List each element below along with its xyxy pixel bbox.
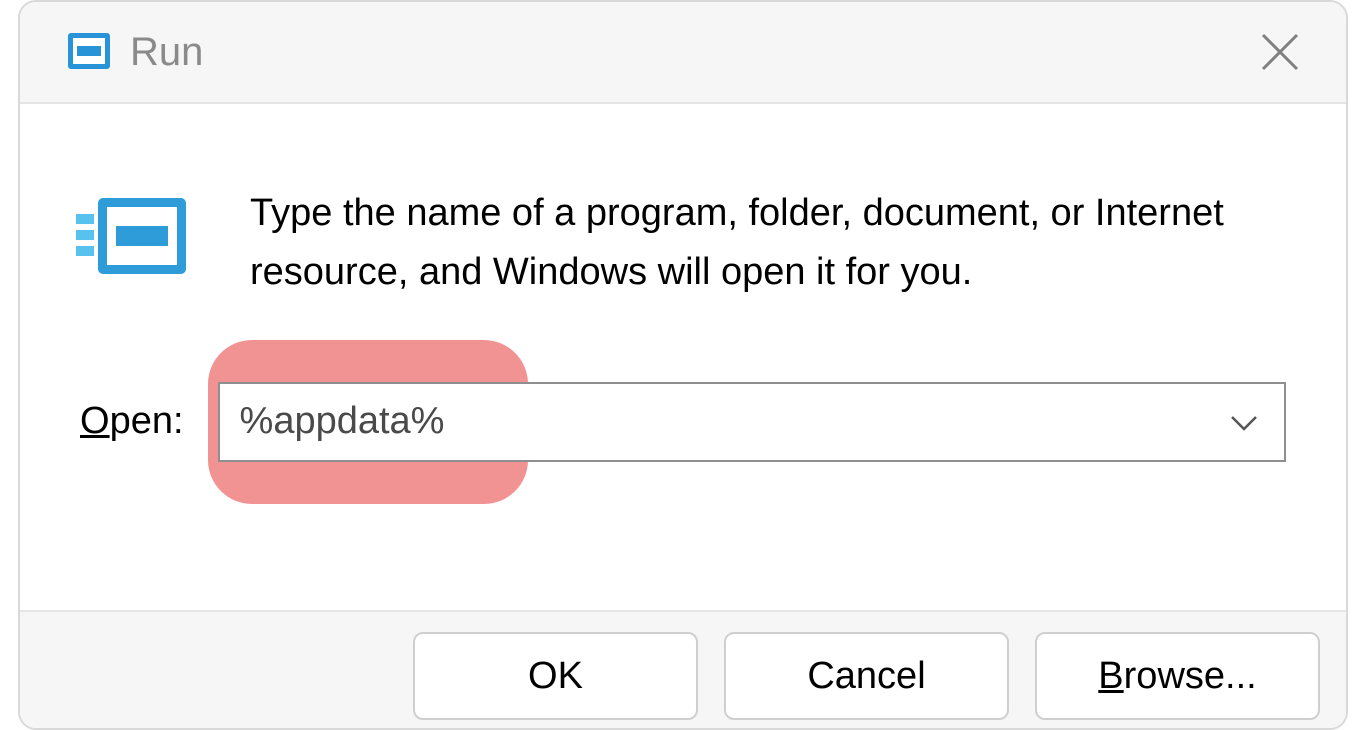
ok-button[interactable]: OK xyxy=(413,632,698,720)
chevron-down-icon xyxy=(1229,412,1259,432)
window-title: Run xyxy=(130,30,203,75)
open-label: Open: xyxy=(80,400,184,443)
run-icon-small xyxy=(60,33,112,71)
run-icon xyxy=(80,194,190,284)
description-text: Type the name of a program, folder, docu… xyxy=(250,184,1286,302)
run-dialog: Run Type the name of a program, folder, … xyxy=(18,0,1348,730)
dropdown-button[interactable] xyxy=(1224,402,1264,442)
browse-button[interactable]: Browse... xyxy=(1035,632,1320,720)
titlebar: Run xyxy=(20,2,1346,104)
dialog-body: Type the name of a program, folder, docu… xyxy=(20,104,1346,502)
open-input[interactable] xyxy=(240,400,1224,443)
open-row: Open: xyxy=(80,382,1286,462)
dialog-footer: OK Cancel Browse... xyxy=(20,610,1346,728)
close-icon xyxy=(1259,31,1301,73)
close-button[interactable] xyxy=(1250,22,1310,82)
description-row: Type the name of a program, folder, docu… xyxy=(80,184,1286,302)
cancel-button[interactable]: Cancel xyxy=(724,632,1009,720)
open-combobox[interactable] xyxy=(218,382,1286,462)
